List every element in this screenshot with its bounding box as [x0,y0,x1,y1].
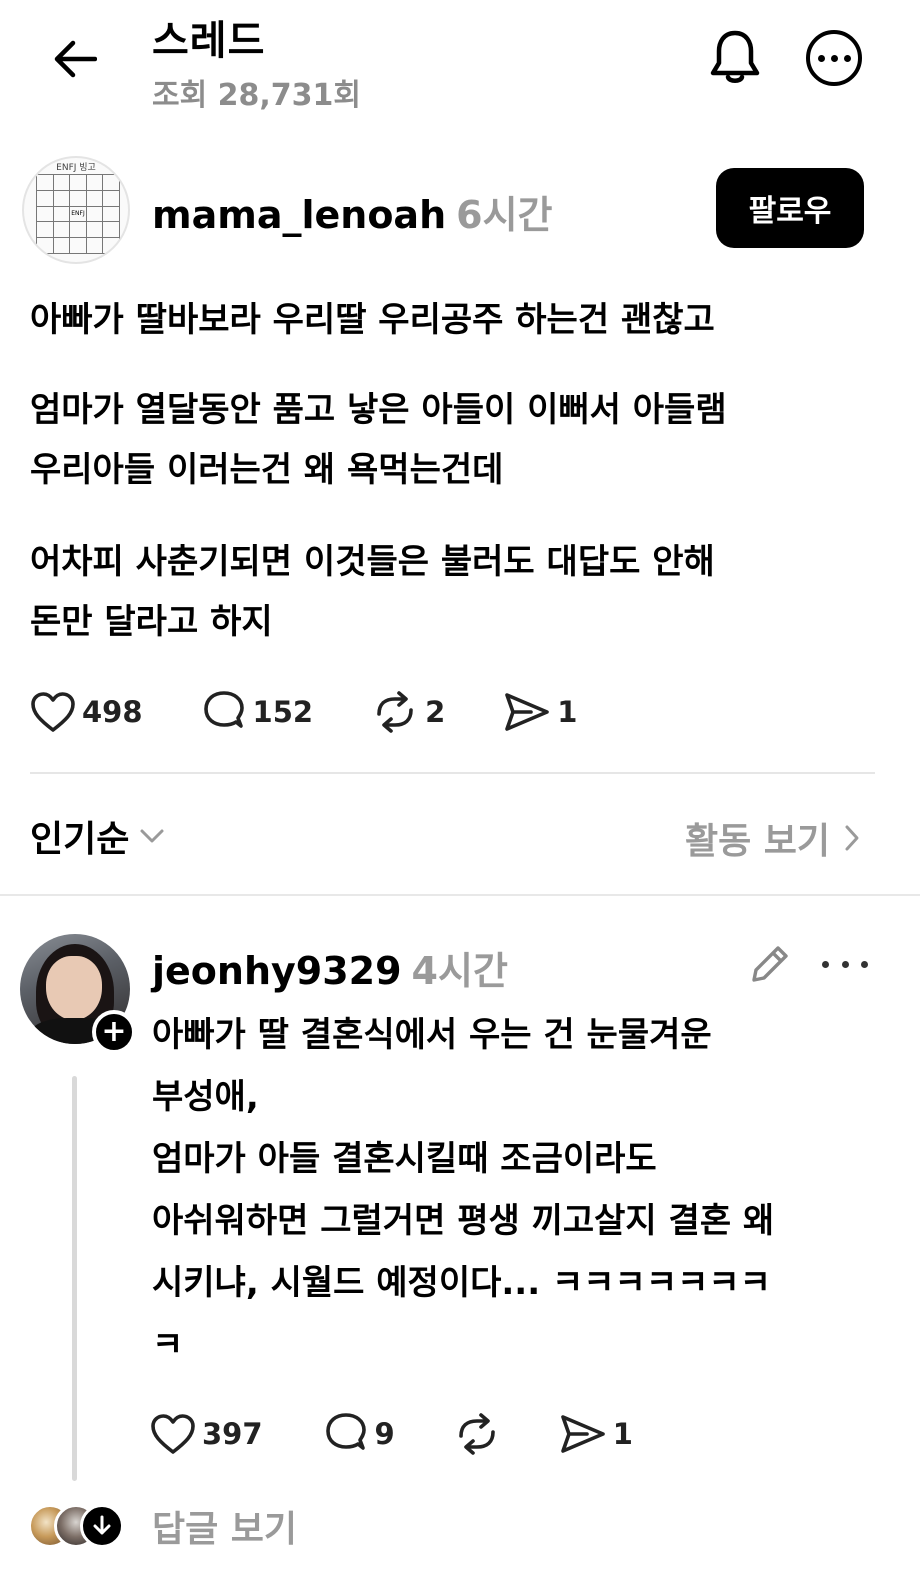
like-button[interactable]: 498 [30,691,143,733]
thread-line [72,1076,77,1481]
divider [30,772,875,774]
heart-icon [31,692,75,732]
back-button[interactable] [48,32,102,86]
reply-avatars[interactable] [28,1504,128,1548]
author-avatar[interactable]: ENFJ 빙고 ENFJ [22,156,130,264]
comment-header: jeonhy9329 4시간 [152,940,508,995]
author-row: mama_lenoah 6시간 [152,184,553,239]
post-line: 돈만 달라고 하지 [30,602,273,642]
send-icon [505,693,550,731]
share-count: 1 [557,695,578,729]
comment-more-button[interactable] [822,946,868,982]
bingo-grid: ENFJ [36,174,120,254]
edit-button[interactable] [748,942,792,986]
bingo-center: ENFJ [70,206,87,223]
activity-label: 활동 보기 [684,821,830,862]
avatar-caption: ENFJ 빙고 [56,163,96,173]
view-replies-link[interactable]: 답글 보기 [152,1500,297,1552]
commenter-username[interactable]: jeonhy9329 [152,949,402,993]
plus-icon: + [101,1014,127,1049]
comment-like-button[interactable]: 397 [150,1413,263,1455]
more-icon-dot [843,54,851,62]
activity-link[interactable]: 활동 보기 [685,812,860,864]
comment-icon [203,691,244,728]
post-line: 우리아들 이러는건 왜 욕먹는건데 [30,450,504,490]
like-count: 498 [82,695,143,729]
comment-like-count: 397 [202,1417,263,1451]
comment-repost-button[interactable] [453,1412,501,1456]
post-paragraph: 엄마가 열달동안 품고 낳은 아들이 이뻐서 아들램 우리아들 이러는건 왜 욕… [30,380,890,500]
comment-count: 152 [252,695,314,729]
post-paragraph: 아빠가 딸바보라 우리딸 우리공주 하는건 괜찮고 [30,290,890,350]
arrow-down-icon [93,1515,111,1535]
post-actions: 498 152 2 1 [30,690,577,734]
more-icon-dot [830,54,838,62]
expand-replies-button[interactable] [80,1504,124,1548]
post-paragraph: 어차피 사춘기되면 이것들은 불러도 대답도 안해 돈만 달라고 하지 [30,532,890,652]
more-button[interactable] [806,30,862,86]
heart-icon [151,1414,195,1454]
follow-button[interactable]: 팔로우 [716,168,864,248]
post-line: 엄마가 열달동안 품고 낳은 아들이 이뻐서 아들램 [30,390,727,430]
view-count: 조회 28,731회 [152,78,362,113]
comment-text: 아빠가 딸 결혼식에서 우는 건 눈물겨운 부성애, 엄마가 아들 결혼시킬때 … [152,1015,775,1365]
repost-icon [377,691,413,733]
arrow-left-icon [54,40,97,78]
more-icon [822,960,829,968]
more-icon-dot [861,960,868,968]
notifications-button[interactable] [704,26,766,88]
avatar-face [46,956,102,1020]
comment-actions: 397 9 1 [150,1412,633,1456]
repost-icon [458,1413,495,1455]
bell-icon [710,30,760,83]
chevron-right-icon [845,825,859,851]
repost-button[interactable]: 2 [371,690,445,734]
share-button[interactable]: 1 [503,691,577,733]
comment-time: 4시간 [411,949,508,993]
chevron-down-icon [140,829,164,843]
comment-share-button[interactable]: 1 [559,1413,633,1455]
more-icon-dot [841,960,849,968]
post-time: 6시간 [456,193,553,237]
author-username[interactable]: mama_lenoah [152,193,446,237]
comment-icon [325,1413,366,1450]
comment-reply-count: 9 [374,1417,395,1451]
sort-dropdown[interactable]: 인기순 [30,810,165,862]
post-line: 어차피 사춘기되면 이것들은 불러도 대답도 안해 [30,542,715,582]
pencil-icon [752,946,788,982]
more-icon [817,54,825,62]
follow-plus-button[interactable]: + [92,1010,136,1054]
comment-share-count: 1 [612,1417,633,1451]
send-icon [560,1415,605,1453]
page-title: 스레드 [152,18,266,64]
section-divider [0,894,920,896]
sort-label: 인기순 [30,819,130,860]
repost-count: 2 [425,695,446,729]
comment-button[interactable]: 152 [201,690,314,734]
comment-reply-button[interactable]: 9 [323,1412,395,1456]
post-line: 아빠가 딸바보라 우리딸 우리공주 하는건 괜찮고 [30,300,715,340]
